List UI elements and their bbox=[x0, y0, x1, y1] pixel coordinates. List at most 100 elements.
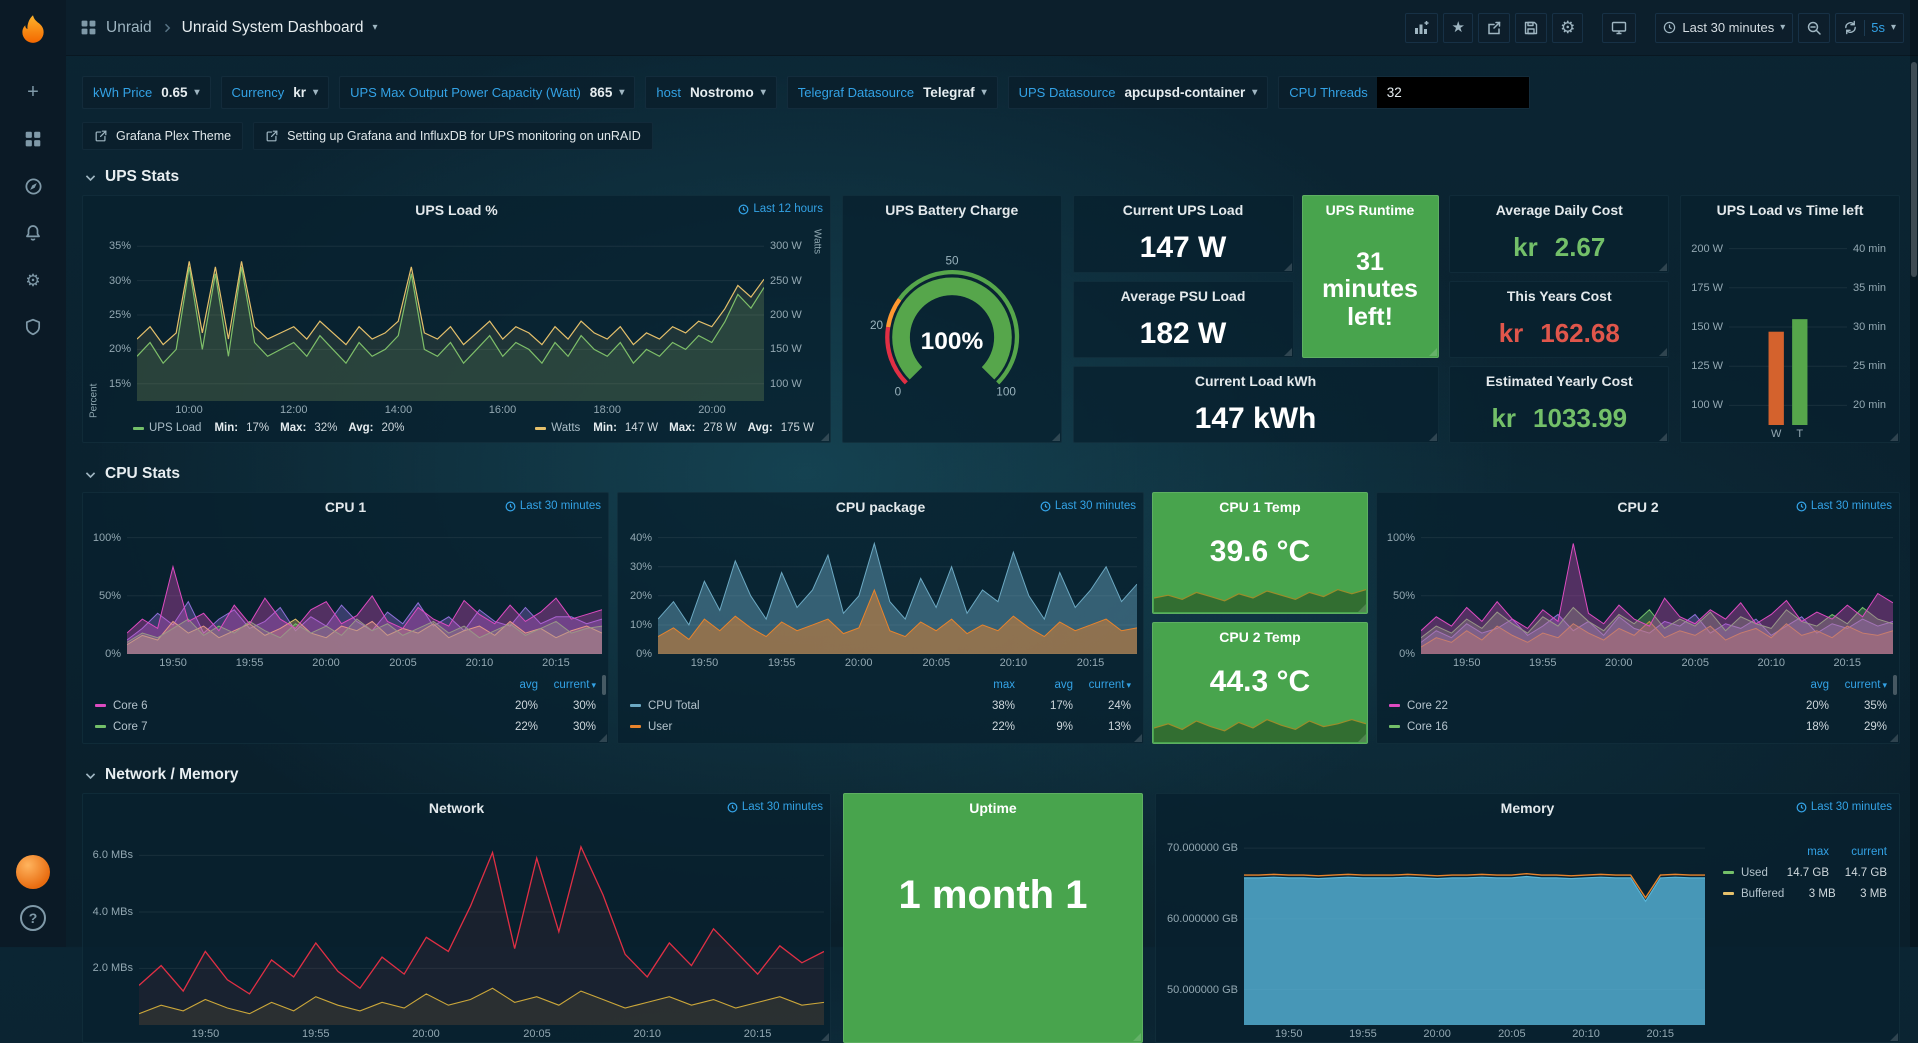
legend-sort-max[interactable]: max bbox=[957, 679, 1015, 691]
network-chart[interactable]: 2.0 MBs4.0 MBs6.0 MBs19:5019:5520:0020:0… bbox=[83, 821, 830, 1042]
alerting-bell-icon[interactable] bbox=[11, 213, 55, 253]
dashboard-link[interactable]: Setting up Grafana and InfluxDB for UPS … bbox=[253, 122, 653, 150]
user-avatar[interactable] bbox=[16, 855, 50, 889]
links-row: Grafana Plex Theme Setting up Grafana and… bbox=[82, 122, 1900, 150]
legend-sort-current[interactable]: current▾ bbox=[1829, 679, 1887, 691]
legend-row[interactable]: Buffered3 MB3 MB bbox=[1723, 883, 1887, 904]
zoom-out-button[interactable] bbox=[1798, 13, 1830, 43]
y-tick: 35 min bbox=[1853, 282, 1886, 294]
server-admin-shield-icon[interactable] bbox=[11, 307, 55, 347]
panel-header[interactable]: CPU package Last 30 minutes bbox=[618, 493, 1143, 520]
panel-time-badge[interactable]: Last 30 minutes bbox=[1040, 500, 1136, 512]
legend-sort-current[interactable]: current▾ bbox=[1073, 679, 1131, 691]
legend-sort-current[interactable]: current▾ bbox=[538, 679, 596, 691]
panel-header[interactable]: Current Load kWh bbox=[1074, 367, 1438, 394]
legend-row[interactable]: User22%9%13% bbox=[630, 716, 1131, 737]
cpu2-chart[interactable]: 0%50%100%19:5019:5520:0020:0520:1020:15 bbox=[1377, 520, 1899, 671]
ups-load-vs-time-chart[interactable]: 100 W125 W150 W175 W200 WWT20 min25 min3… bbox=[1681, 223, 1899, 442]
page-title[interactable]: Unraid System Dashboard bbox=[182, 19, 364, 37]
panel-header[interactable]: CPU 2 Temp bbox=[1153, 623, 1367, 650]
panel-header[interactable]: UPS Battery Charge bbox=[843, 196, 1061, 223]
legend-sort-avg[interactable]: avg bbox=[480, 679, 538, 691]
legend-row[interactable]: Core 2220%35% bbox=[1389, 695, 1887, 716]
variable-value-kwh-price[interactable]: 0.65▾ bbox=[161, 85, 199, 100]
dashboard-link[interactable]: Grafana Plex Theme bbox=[82, 122, 243, 150]
cpu-package-chart[interactable]: 0%10%20%30%40%19:5019:5520:0020:0520:102… bbox=[618, 520, 1143, 671]
panel-header[interactable]: This Years Cost bbox=[1450, 282, 1668, 309]
memory-chart[interactable]: 50.000000 GB60.000000 GB70.000000 GB19:5… bbox=[1156, 821, 1711, 1042]
dashboards-icon[interactable] bbox=[11, 119, 55, 159]
legend-scrollbar-thumb[interactable] bbox=[1893, 675, 1897, 695]
dashboard-settings-button[interactable]: ⚙ bbox=[1552, 13, 1583, 43]
panel-header[interactable]: UPS Load vs Time left bbox=[1681, 196, 1899, 223]
panel-ups-load-vs-time-left: UPS Load vs Time left 100 W125 W150 W175… bbox=[1680, 195, 1900, 443]
y-tick: 100 W bbox=[770, 378, 802, 390]
panel-header[interactable]: CPU 2 Last 30 minutes bbox=[1377, 493, 1899, 520]
legend-item[interactable]: WattsMin:147 WMax:278 WAvg:175 W bbox=[535, 422, 814, 434]
legend-item[interactable]: UPS LoadMin:17%Max:32%Avg:20% bbox=[133, 422, 405, 434]
panel-header[interactable]: Current UPS Load bbox=[1074, 196, 1293, 223]
legend-row[interactable]: CPU Total38%17%24% bbox=[630, 695, 1131, 716]
variable-value-ups-datasource[interactable]: apcupsd-container▾ bbox=[1124, 85, 1257, 100]
row-toggle-network-memory[interactable]: Network / Memory bbox=[84, 766, 1900, 784]
chevron-down-icon: ▾ bbox=[1252, 87, 1257, 98]
panel-header[interactable]: UPS Runtime bbox=[1303, 196, 1438, 223]
panel-header[interactable]: Uptime bbox=[844, 794, 1142, 821]
refresh-interval-label[interactable]: 5s bbox=[1871, 20, 1885, 35]
panel-title: Memory bbox=[1501, 800, 1555, 816]
panel-time-badge[interactable]: Last 12 hours bbox=[738, 203, 823, 215]
y-tick: 50.000000 GB bbox=[1167, 984, 1238, 996]
panel-header[interactable]: Estimated Yearly Cost bbox=[1450, 367, 1668, 394]
variable-value-currency[interactable]: kr▾ bbox=[293, 85, 318, 100]
panel-time-badge[interactable]: Last 30 minutes bbox=[1796, 801, 1892, 813]
legend-sort-current[interactable]: current bbox=[1829, 846, 1887, 858]
panel-header[interactable]: CPU 1 Last 30 minutes bbox=[83, 493, 608, 520]
y-tick: 300 W bbox=[770, 240, 802, 252]
legend-row[interactable]: Core 620%30% bbox=[95, 695, 596, 716]
panel-time-badge[interactable]: Last 30 minutes bbox=[727, 801, 823, 813]
row-toggle-ups-stats[interactable]: UPS Stats bbox=[84, 168, 1900, 186]
help-icon[interactable]: ? bbox=[20, 905, 46, 931]
x-tick: W bbox=[1771, 428, 1781, 440]
cycle-view-button[interactable] bbox=[1602, 13, 1636, 43]
refresh-button[interactable]: 5s ▾ bbox=[1835, 13, 1904, 43]
scrollbar-thumb[interactable] bbox=[1911, 62, 1917, 277]
legend-scrollbar-thumb[interactable] bbox=[602, 675, 606, 695]
star-button[interactable]: ★ bbox=[1443, 13, 1473, 43]
variable-value-ups-max-output-power-capacity-watt[interactable]: 865▾ bbox=[590, 85, 625, 100]
legend-sort-max[interactable]: max bbox=[1771, 846, 1829, 858]
cpu1-chart[interactable]: 0%50%100%19:5019:5520:0020:0520:1020:15 bbox=[83, 520, 608, 671]
page-scrollbar[interactable] bbox=[1910, 0, 1918, 947]
panel-header[interactable]: Network Last 30 minutes bbox=[83, 794, 830, 821]
panel-time-badge[interactable]: Last 30 minutes bbox=[505, 500, 601, 512]
panel-header[interactable]: CPU 1 Temp bbox=[1153, 493, 1367, 520]
legend-sort-avg[interactable]: avg bbox=[1771, 679, 1829, 691]
panel-header[interactable]: Average Daily Cost bbox=[1450, 196, 1668, 223]
add-panel-button[interactable] bbox=[1405, 13, 1438, 43]
share-button[interactable] bbox=[1478, 13, 1510, 43]
create-icon[interactable]: + bbox=[11, 72, 55, 112]
legend-row[interactable]: Used14.7 GB14.7 GB bbox=[1723, 862, 1887, 883]
grafana-logo-icon[interactable] bbox=[0, 0, 66, 58]
panel-header[interactable]: Memory Last 30 minutes bbox=[1156, 794, 1899, 821]
configuration-gear-icon[interactable]: ⚙ bbox=[11, 260, 55, 300]
variable-value-telegraf-datasource[interactable]: Telegraf▾ bbox=[923, 85, 987, 100]
monitor-icon bbox=[1610, 20, 1628, 36]
variable-input-cpu-threads[interactable] bbox=[1377, 77, 1529, 108]
legend-row[interactable]: Core 1618%29% bbox=[1389, 716, 1887, 737]
save-button[interactable] bbox=[1515, 13, 1547, 43]
legend-sort-avg[interactable]: avg bbox=[1015, 679, 1073, 691]
panel-memory: Memory Last 30 minutes 50.000000 GB60.00… bbox=[1155, 793, 1900, 1043]
panel-uptime: Uptime 1 month 1 bbox=[843, 793, 1143, 1043]
time-range-picker[interactable]: Last 30 minutes ▾ bbox=[1655, 13, 1793, 43]
panel-header[interactable]: UPS Load % Last 12 hours bbox=[83, 196, 830, 223]
panel-time-badge[interactable]: Last 30 minutes bbox=[1796, 500, 1892, 512]
chevron-down-icon[interactable]: ▾ bbox=[372, 22, 377, 33]
explore-icon[interactable] bbox=[11, 166, 55, 206]
breadcrumb-folder[interactable]: Unraid bbox=[106, 19, 152, 37]
row-toggle-cpu-stats[interactable]: CPU Stats bbox=[84, 465, 1900, 483]
variable-value-host[interactable]: Nostromo▾ bbox=[690, 85, 766, 100]
ups-load-chart[interactable]: Percent15%20%25%30%35%10:0012:0014:0016:… bbox=[83, 223, 830, 418]
panel-header[interactable]: Average PSU Load bbox=[1074, 282, 1293, 309]
legend-row[interactable]: Core 722%30% bbox=[95, 716, 596, 737]
